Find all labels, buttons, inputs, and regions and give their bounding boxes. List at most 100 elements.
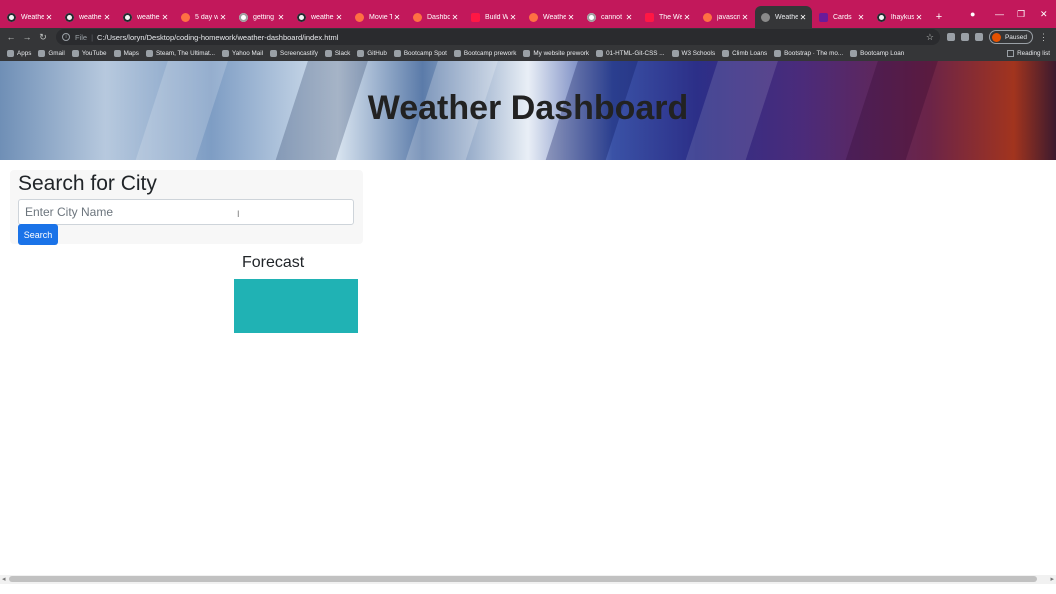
- scrollbar-thumb[interactable]: [9, 576, 1037, 582]
- tab-close-icon[interactable]: ✕: [914, 13, 924, 22]
- bookmark-item[interactable]: Bootcamp Loan: [850, 50, 904, 57]
- browser-tab[interactable]: weather ✕: [291, 6, 348, 28]
- browser-tab[interactable]: Weather✕: [1, 6, 58, 28]
- bookmark-label: Bootstrap · The mo...: [784, 50, 844, 57]
- bookmark-label: Bootcamp Spot: [403, 50, 447, 57]
- bookmark-item[interactable]: Maps: [113, 50, 139, 57]
- browser-tab[interactable]: 5 day w ✕: [175, 6, 232, 28]
- back-icon[interactable]: ←: [3, 32, 19, 42]
- scroll-left-icon[interactable]: ◂: [2, 575, 6, 583]
- bookmark-icon: [222, 50, 229, 57]
- tab-label: Build W: [485, 13, 508, 21]
- bookmark-label: Steam, The Ultimat...: [155, 50, 215, 57]
- page-title: Weather Dashboard: [0, 89, 1056, 128]
- tab-close-icon[interactable]: ✕: [160, 13, 170, 22]
- bookmark-item[interactable]: Gmail: [38, 50, 65, 57]
- browser-tab[interactable]: Dashbo ✕: [407, 6, 464, 28]
- page-icon: [529, 12, 538, 22]
- bookmark-star-icon[interactable]: ☆: [926, 32, 934, 43]
- browser-tab[interactable]: Weathe ✕: [523, 6, 580, 28]
- bookmark-item[interactable]: GitHub: [357, 50, 387, 57]
- tab-close-icon[interactable]: ✕: [566, 13, 576, 22]
- bookmark-label: Gmail: [48, 50, 65, 57]
- browser-tab[interactable]: weather ✕: [59, 6, 116, 28]
- tab-close-icon[interactable]: ✕: [392, 13, 402, 22]
- browser-tab[interactable]: weather ✕: [117, 6, 174, 28]
- tab-close-icon[interactable]: ✕: [798, 13, 808, 22]
- tab-close-icon[interactable]: ✕: [682, 13, 692, 22]
- bookmark-item[interactable]: YouTube: [71, 50, 107, 57]
- browser-tab[interactable]: Cards ✕: [813, 6, 870, 28]
- puzzle-icon[interactable]: [960, 33, 969, 41]
- bookmark-item[interactable]: Climb Loans: [722, 50, 767, 57]
- bookmark-item[interactable]: Steam, The Ultimat...: [145, 50, 215, 57]
- bookmark-label: W3 Schools: [681, 50, 716, 57]
- bookmark-icon: [357, 50, 365, 57]
- bookmark-item[interactable]: Apps: [7, 50, 31, 57]
- github-icon: [877, 12, 886, 22]
- browser-tab[interactable]: Movie T ✕: [349, 6, 406, 28]
- search-panel: Search for City Search: [10, 170, 363, 245]
- bookmark-item[interactable]: Screencastify: [270, 50, 318, 57]
- scroll-right-icon[interactable]: ▸: [1050, 575, 1054, 583]
- browser-tab[interactable]: getting ✕: [233, 6, 290, 28]
- bookmark-icon: [270, 50, 278, 57]
- browser-tab[interactable]: javascri ✕: [697, 6, 754, 28]
- browser-tab[interactable]: Build W ✕: [465, 6, 522, 28]
- new-tab-button[interactable]: +: [930, 6, 948, 28]
- bookmark-icon: [523, 50, 531, 57]
- info-icon[interactable]: i: [62, 33, 70, 41]
- bookmark-icon: [145, 50, 153, 57]
- browser-tab-strip: Weather✕weather✕weather✕5 day w✕getting✕…: [0, 0, 1056, 28]
- reading-list-button[interactable]: Reading list: [1007, 46, 1050, 61]
- extension-icon[interactable]: [946, 33, 955, 41]
- extension-puzzle-icon[interactable]: ●: [970, 9, 975, 19]
- bookmark-item[interactable]: Bootcamp Spot: [393, 50, 447, 57]
- tab-label: cannot: [601, 13, 623, 21]
- minimize-icon[interactable]: —: [995, 9, 1004, 19]
- bookmark-item[interactable]: Bootcamp prework: [453, 50, 516, 57]
- browser-tab[interactable]: cannot ✕: [581, 6, 638, 28]
- tab-close-icon[interactable]: ✕: [44, 13, 54, 22]
- tab-close-icon[interactable]: ✕: [856, 13, 866, 22]
- bookmark-item[interactable]: W3 Schools: [671, 50, 716, 57]
- bookmark-item[interactable]: 01-HTML-Git-CSS ...: [596, 50, 665, 57]
- bookmark-label: Climb Loans: [732, 50, 768, 57]
- tab-close-icon[interactable]: ✕: [450, 13, 460, 22]
- tab-label: Weathe: [543, 13, 566, 21]
- profile-button[interactable]: Paused: [988, 30, 1033, 44]
- address-bar[interactable]: i File | C:/Users/loryn/Desktop/coding-h…: [56, 29, 940, 45]
- avatar: [991, 32, 1001, 42]
- close-window-icon[interactable]: ✕: [1040, 9, 1048, 20]
- restore-icon[interactable]: ❐: [1017, 9, 1025, 20]
- google-icon: [239, 12, 248, 22]
- tab-close-icon[interactable]: ✕: [740, 13, 750, 22]
- tab-close-icon[interactable]: ✕: [508, 13, 518, 22]
- profile-status: Paused: [1004, 33, 1027, 41]
- menu-kebab-icon[interactable]: ⋮: [1039, 32, 1048, 43]
- bookmark-item[interactable]: Slack: [324, 50, 350, 57]
- browser-tab[interactable]: The We ✕: [639, 6, 696, 28]
- tab-close-icon[interactable]: ✕: [624, 13, 634, 22]
- tab-close-icon[interactable]: ✕: [102, 13, 112, 22]
- horizontal-scrollbar[interactable]: ◂ ▸: [0, 575, 1056, 584]
- search-button[interactable]: Search: [18, 224, 58, 245]
- tab-close-icon[interactable]: ✕: [276, 13, 286, 22]
- bookmark-item[interactable]: Yahoo Mail: [222, 50, 263, 57]
- bookmark-icon: [850, 50, 858, 57]
- bookmark-icon: [453, 50, 461, 57]
- github-icon: [65, 12, 74, 22]
- page-icon: [355, 12, 364, 22]
- tab-close-icon[interactable]: ✕: [334, 13, 344, 22]
- tab-label: weather: [311, 13, 334, 21]
- bookmark-item[interactable]: My website prework: [523, 50, 589, 57]
- browser-tab[interactable]: lhaykus ✕: [871, 6, 928, 28]
- bookmark-item[interactable]: Bootstrap · The mo...: [774, 50, 843, 57]
- tab-label: getting: [253, 13, 275, 21]
- browser-tab[interactable]: Weather✕: [755, 6, 812, 28]
- reload-icon[interactable]: ↻: [35, 32, 51, 43]
- tab-close-icon[interactable]: ✕: [218, 13, 228, 22]
- forward-icon[interactable]: →: [19, 32, 35, 42]
- city-search-input[interactable]: [18, 199, 354, 225]
- media-icon[interactable]: [974, 33, 983, 41]
